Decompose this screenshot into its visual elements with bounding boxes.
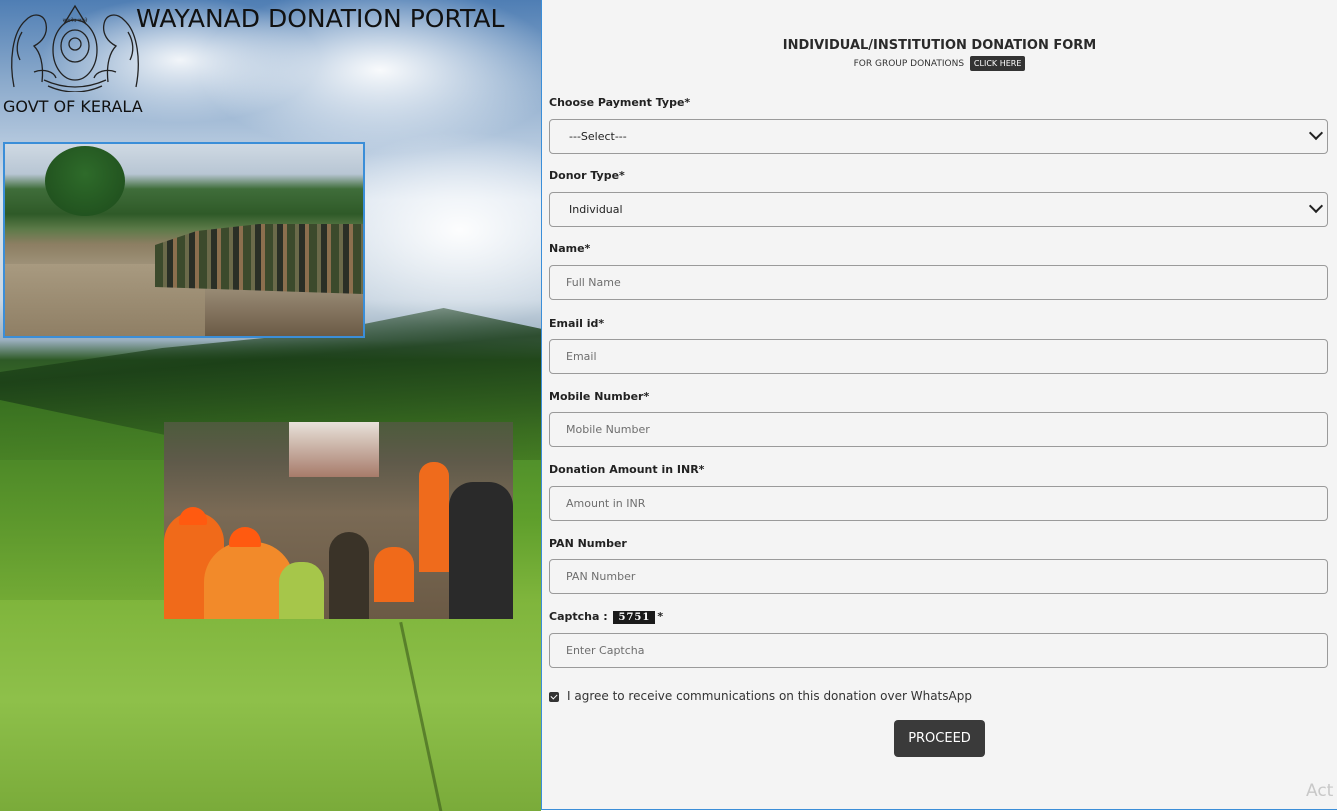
name-input[interactable]: Full Name (549, 265, 1328, 300)
govt-label: GOVT OF KERALA (3, 97, 143, 116)
photo-crowd (155, 224, 363, 294)
chevron-down-icon (1308, 125, 1324, 141)
activate-watermark: Act (1306, 781, 1334, 801)
donor-type-value: Individual (569, 203, 623, 216)
amount-label: Donation Amount in INR* (549, 463, 705, 476)
photo-helmet (229, 527, 261, 547)
grass-stem (399, 621, 444, 811)
kerala-emblem-logo: सत्यमेव जयते (11, 4, 139, 92)
group-donation-line: FOR GROUP DONATIONS CLICK HERE (542, 56, 1337, 71)
photo-helmet (179, 507, 207, 525)
portal-title: WAYANAD DONATION PORTAL (136, 4, 505, 33)
whatsapp-consent-label: I agree to receive communications on thi… (567, 689, 972, 703)
captcha-input[interactable]: Enter Captcha (549, 633, 1328, 668)
rescue-workers-photo (164, 422, 513, 619)
captcha-image: 5751 (613, 610, 656, 624)
scenic-background: सत्यमेव जयते WAYANAD DONATION PORTAL GOV… (0, 0, 541, 811)
mobile-label: Mobile Number* (549, 390, 650, 403)
chevron-down-icon (1308, 198, 1324, 214)
form-title: INDIVIDUAL/INSTITUTION DONATION FORM (782, 38, 1097, 53)
donor-type-select[interactable]: Individual (549, 192, 1328, 227)
amount-input[interactable]: Amount in INR (549, 486, 1328, 521)
email-input[interactable]: Email (549, 339, 1328, 374)
group-donation-button[interactable]: CLICK HERE (969, 56, 1026, 71)
payment-type-select[interactable]: ---Select--- (549, 119, 1328, 154)
whatsapp-consent-checkbox[interactable] (549, 691, 559, 702)
photo-worker (279, 562, 324, 619)
captcha-label-row: Captcha : 5751 * (549, 610, 663, 624)
donation-form-panel: INDIVIDUAL/INSTITUTION DONATION FORM FOR… (541, 0, 1337, 810)
proceed-button[interactable]: PROCEED (894, 720, 985, 757)
captcha-required-mark: * (657, 610, 664, 623)
photo-worker (449, 482, 513, 619)
pan-input[interactable]: PAN Number (549, 559, 1328, 594)
email-label: Email id* (549, 317, 605, 330)
group-donation-text: FOR GROUP DONATIONS (853, 59, 965, 69)
svg-text:सत्यमेव जयते: सत्यमेव जयते (63, 17, 88, 24)
whatsapp-consent-row: I agree to receive communications on thi… (549, 689, 972, 703)
photo-worker (374, 547, 414, 602)
mobile-input[interactable]: Mobile Number (549, 412, 1328, 447)
pan-label: PAN Number (549, 537, 627, 550)
payment-type-value: ---Select--- (569, 130, 627, 143)
photo-worker (329, 532, 369, 619)
photo-tree (45, 146, 125, 216)
donor-type-label: Donor Type* (549, 169, 625, 182)
captcha-label: Captcha : (549, 610, 608, 623)
photo-house (289, 422, 379, 477)
payment-type-label: Choose Payment Type* (549, 96, 691, 109)
photo-worker (419, 462, 449, 572)
flood-rescue-photo (3, 142, 365, 338)
name-label: Name* (549, 242, 591, 255)
